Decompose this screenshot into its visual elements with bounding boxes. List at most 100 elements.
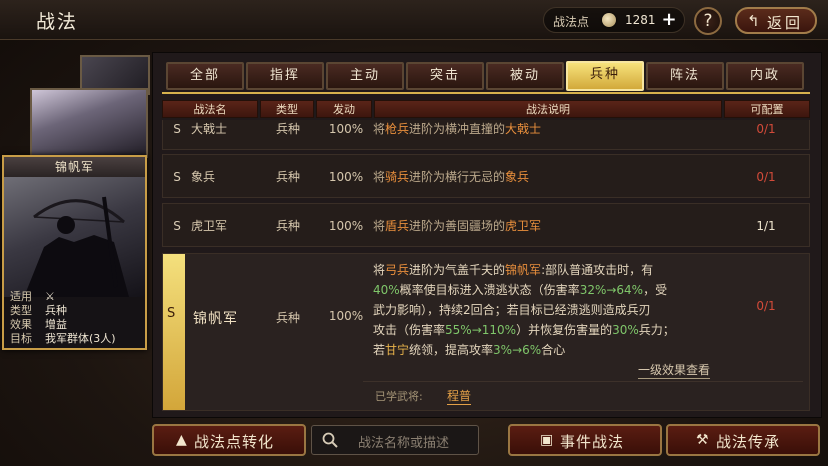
desc-text: 统领，提高攻率	[409, 343, 494, 357]
card-info-value: 兵种	[45, 304, 67, 317]
row-description: 将骑兵进阶为横行无忌的象兵	[373, 155, 529, 199]
card-info-key: 适用	[10, 290, 32, 303]
stacked-card-middle	[30, 88, 148, 158]
tab-all[interactable]: 全部	[166, 62, 244, 90]
desc-highlight: 象兵	[505, 170, 530, 184]
row-type: 兵种	[275, 311, 300, 325]
desc-text: 将	[373, 122, 386, 136]
tab-assault[interactable]: 突击	[406, 62, 484, 90]
tab-active[interactable]: 主动	[326, 62, 404, 90]
card-title: 锦帆军	[4, 157, 145, 177]
row-type: 兵种	[275, 219, 300, 233]
card-info-key: 效果	[10, 318, 32, 331]
tab-internal[interactable]: 内政	[726, 62, 804, 90]
tab-troop-type[interactable]: 兵种	[566, 61, 644, 91]
row-tactic-name: 虎卫军	[191, 219, 228, 233]
desc-text: 将	[373, 263, 386, 277]
card-info: 适用 ⚔ 类型 兵种 效果 增益 目标 我军群体(3人)	[8, 290, 145, 346]
desc-text: 进阶为横行无忌的	[409, 170, 506, 184]
column-header-type[interactable]: 类型	[260, 100, 314, 118]
row-rate: 100%	[328, 309, 364, 323]
convert-points-button[interactable]: ▲ 战法点转化	[152, 424, 306, 456]
desc-text: 将	[373, 170, 386, 184]
desc-general: 甘宁	[385, 343, 410, 357]
row-tactic-name: 象兵	[191, 170, 216, 184]
row-configurable: 1/1	[756, 219, 776, 233]
card-info-key: 目标	[10, 332, 32, 345]
card-info-key: 类型	[10, 304, 32, 317]
desc-highlight: 骑兵	[385, 170, 410, 184]
desc-value: 3%→6%	[493, 343, 542, 357]
table-row[interactable]: S 象兵 兵种 100% 将骑兵进阶为横行无忌的象兵 0/1	[162, 154, 810, 198]
desc-highlight: 枪兵	[385, 122, 410, 136]
row-rate: 100%	[328, 170, 364, 184]
selected-table-row[interactable]: S 锦帆军 兵种 100% 将弓兵进阶为气盖千夫的锦帆军:部队普通攻击时，有 40…	[162, 253, 810, 411]
card-info-value: 我军群体(3人)	[45, 332, 116, 345]
card-info-value: 增益	[45, 318, 67, 331]
desc-text: ，受	[643, 283, 668, 297]
desc-highlight: 大戟士	[505, 122, 542, 136]
tactic-points-display: 战法点 1281 +	[543, 7, 685, 33]
column-header-description: 战法说明	[374, 100, 722, 118]
tactic-inherit-button[interactable]: ⚒ 战法传承	[666, 424, 820, 456]
desc-highlight: 弓兵	[385, 263, 410, 277]
row-tactic-name: 锦帆军	[193, 311, 238, 327]
row-description: 将盾兵进阶为善固疆场的虎卫军	[373, 204, 541, 248]
search-input[interactable]: 战法名称或描述	[311, 425, 479, 455]
back-arrow-icon: ↰	[747, 12, 760, 30]
desc-text: 将	[373, 219, 386, 233]
column-header-configurable[interactable]: 可配置	[724, 100, 810, 118]
column-header-rate[interactable]: 发动	[316, 100, 372, 118]
tab-command[interactable]: 指挥	[246, 62, 324, 90]
row-type: 兵种	[275, 170, 300, 184]
learned-generals-label: 已学武将:	[375, 390, 423, 403]
tab-formation[interactable]: 阵法	[646, 62, 724, 90]
column-header-name[interactable]: 战法名	[162, 100, 258, 118]
event-tactics-button[interactable]: ▣ 事件战法	[508, 424, 662, 456]
archer-silhouette	[24, 196, 129, 297]
scroll-icon: ▣	[540, 432, 555, 448]
selected-tactic-card: 锦帆军 适用 ⚔ 类型 兵种 效果 增益 目标 我军群体(3人)	[2, 155, 147, 350]
desc-text: ）并恢复伤害量的	[516, 323, 613, 337]
desc-highlight: 盾兵	[385, 219, 410, 233]
desc-text: 进阶为气盖千夫的	[409, 263, 506, 277]
tactic-inherit-label: 战法传承	[716, 433, 781, 451]
desc-text: :部队普通攻击时，有	[541, 263, 654, 277]
hammer-icon: ⚒	[696, 432, 710, 448]
desc-value: 55%→110%	[445, 323, 517, 337]
card-info-row: 类型 兵种	[8, 304, 145, 318]
convert-points-label: 战法点转化	[194, 433, 275, 451]
desc-value: 30%	[612, 323, 639, 337]
desc-text: 概率使目标进入溃逃状态（伤害率	[399, 283, 580, 297]
row-grade: S	[173, 170, 181, 184]
desc-highlight: 虎卫军	[505, 219, 542, 233]
desc-value: 32%→64%	[579, 283, 644, 297]
page-title: 战法	[36, 11, 79, 33]
help-button[interactable]: ?	[694, 7, 722, 35]
row-configurable: 0/1	[756, 299, 776, 313]
divider	[363, 381, 803, 382]
row-configurable: 0/1	[756, 170, 776, 184]
level-one-effect-link[interactable]: 一级效果查看	[638, 361, 711, 379]
table-row[interactable]: S 虎卫军 兵种 100% 将盾兵进阶为善固疆场的虎卫军 1/1	[162, 203, 810, 247]
desc-text: 进阶为善固疆场的	[409, 219, 506, 233]
archer-artwork	[4, 177, 145, 297]
row-rate: 100%	[328, 219, 364, 233]
crossed-swords-icon: ⚔	[45, 290, 55, 303]
card-info-row: 目标 我军群体(3人)	[8, 332, 145, 346]
tactics-screen: 战法 战法点 1281 + ? ↰ 返回 锦帆军 适用 ⚔ 类型 兵种 效果 增…	[0, 0, 828, 466]
desc-text: 进阶为横冲直撞的	[409, 122, 506, 136]
top-bar: 战法 战法点 1281 + ? ↰ 返回	[0, 0, 828, 40]
desc-value: 40%	[373, 283, 400, 297]
search-icon	[322, 432, 338, 448]
desc-text: 兵力；	[638, 323, 675, 337]
tab-underline	[162, 92, 810, 94]
tactic-points-value: 1281	[625, 13, 656, 27]
learned-general-link[interactable]: 程普	[447, 387, 472, 405]
add-points-button[interactable]: +	[660, 11, 678, 29]
back-button[interactable]: ↰ 返回	[735, 7, 817, 34]
desc-text: 攻击（伤害率	[373, 323, 446, 337]
tab-passive[interactable]: 被动	[486, 62, 564, 90]
desc-text: 合心	[541, 343, 566, 357]
tactic-points-label: 战法点	[553, 15, 590, 29]
